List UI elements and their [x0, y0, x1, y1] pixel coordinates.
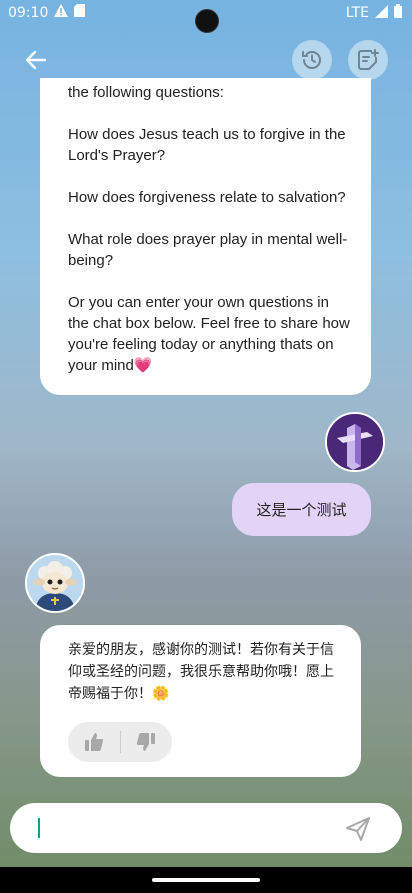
history-icon	[302, 51, 321, 69]
thumbs-down-button[interactable]	[120, 722, 172, 762]
bot-avatar	[25, 553, 85, 613]
network-label: LTE	[345, 5, 369, 21]
status-time: 09:10	[8, 4, 49, 21]
bot-message-bubble: 亲爱的朋友，感谢你的测试！若你有关于信仰或圣经的问题，我很乐意帮助你哦！愿上帝赐…	[40, 625, 361, 777]
lamb-avatar-icon	[27, 555, 83, 611]
bot-message-bubble: the following questions: How does Jesus …	[40, 78, 371, 395]
feedback-group	[68, 722, 172, 762]
send-icon	[346, 817, 370, 841]
user-avatar	[325, 412, 385, 472]
new-note-icon	[358, 49, 379, 70]
arrow-left-icon	[25, 50, 47, 70]
send-button[interactable]	[342, 813, 374, 845]
cross-avatar-icon	[327, 414, 383, 470]
new-chat-button[interactable]	[348, 40, 388, 80]
front-camera	[195, 9, 219, 33]
user-message-text: 这是一个测试	[256, 501, 347, 519]
message-input-bar	[10, 803, 402, 853]
thumbs-up-icon	[84, 733, 103, 751]
signal-icon	[375, 4, 388, 22]
text-cursor	[38, 818, 40, 838]
bot-message-text: 亲爱的朋友，感谢你的测试！若你有关于信仰或圣经的问题，我很乐意帮助你哦！愿上帝赐…	[68, 642, 334, 702]
home-indicator[interactable]	[152, 878, 260, 882]
message-input[interactable]	[36, 813, 330, 845]
sd-card-icon	[74, 4, 86, 21]
battery-icon	[394, 4, 402, 22]
status-bar: 09:10 LTE	[0, 0, 412, 33]
thumbs-up-button[interactable]	[68, 722, 120, 762]
history-button[interactable]	[292, 40, 332, 80]
bot-message-text: the following questions: How does Jesus …	[68, 84, 350, 374]
alert-icon	[54, 4, 69, 21]
user-message-bubble: 这是一个测试	[232, 483, 371, 536]
system-nav-bar	[0, 867, 412, 893]
thumbs-down-icon	[137, 733, 156, 751]
back-button[interactable]	[20, 44, 52, 76]
